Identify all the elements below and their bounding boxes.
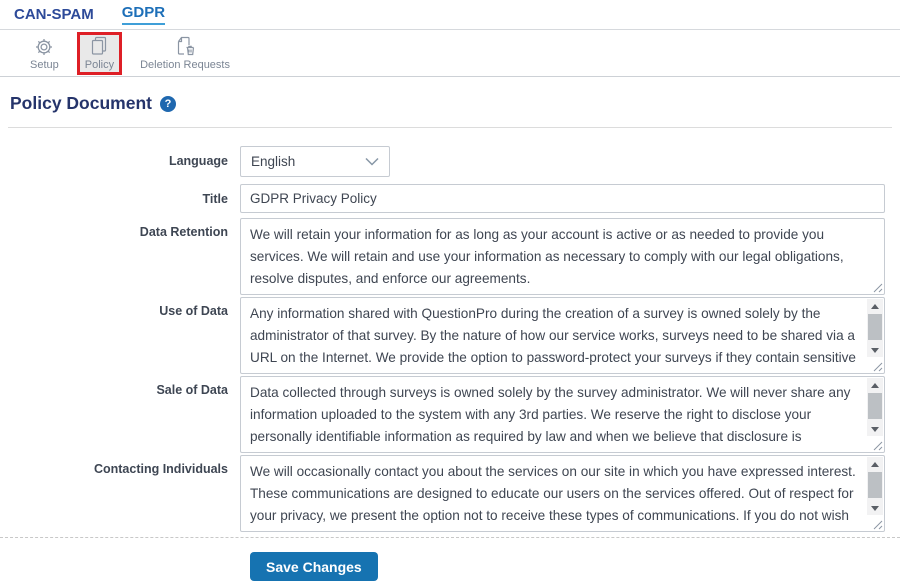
data-retention-textarea[interactable]: We will retain your information for as l… [240,218,885,295]
gear-icon [34,37,54,57]
resize-handle[interactable] [868,437,883,451]
scrollbar[interactable] [867,378,883,436]
scrollbar-up-arrow[interactable] [867,457,883,471]
scrollbar-down-arrow[interactable] [867,501,883,515]
toolbar-item-label: Deletion Requests [140,59,230,71]
tabs-bar: CAN-SPAM GDPR [0,0,900,30]
help-icon[interactable]: ? [159,95,176,112]
scrollbar[interactable] [867,299,883,357]
use-of-data-text: Any information shared with QuestionPro … [250,306,856,373]
tab-can-spam[interactable]: CAN-SPAM [14,6,94,24]
sale-of-data-text: Data collected through surveys is owned … [250,385,851,452]
scrollbar-up-arrow[interactable] [867,299,883,313]
sale-of-data-textarea[interactable]: Data collected through surveys is owned … [240,376,885,453]
resize-handle[interactable] [868,516,883,530]
title-input[interactable] [240,184,885,213]
tab-gdpr[interactable]: GDPR [121,4,166,25]
title-label: Title [202,192,228,206]
contacting-individuals-text: We will occasionally contact you about t… [250,464,856,531]
use-of-data-label: Use of Data [159,304,228,318]
contacting-individuals-textarea[interactable]: We will occasionally contact you about t… [240,455,885,532]
gdpr-toolbar: Setup Policy Deletion Requests [0,30,900,77]
scrollbar-down-arrow[interactable] [867,422,883,436]
policy-document-form: Language English Title Data Retention We… [0,128,900,581]
toolbar-item-label: Setup [30,58,59,71]
resize-handle[interactable] [868,279,883,293]
use-of-data-textarea[interactable]: Any information shared with QuestionPro … [240,297,885,374]
scrollbar[interactable] [867,457,883,515]
language-label: Language [168,154,228,168]
chevron-down-icon [365,154,379,169]
save-changes-button[interactable]: Save Changes [250,552,378,581]
data-retention-text: We will retain your information for as l… [250,227,844,286]
scrollbar-down-arrow[interactable] [867,343,883,357]
page-header: Policy Document ? [0,77,900,127]
language-select[interactable]: English [240,146,390,177]
language-select-value: English [251,154,296,169]
scrollbar-thumb[interactable] [868,314,882,340]
scrollbar-thumb[interactable] [868,472,882,498]
data-retention-label: Data Retention [139,225,228,239]
page-title: Policy Document [10,93,152,113]
toolbar-item-policy[interactable]: Policy [76,31,123,75]
contacting-individuals-label: Contacting Individuals [93,462,228,476]
section-divider [0,537,900,538]
sale-of-data-label: Sale of Data [156,383,228,397]
toolbar-item-setup[interactable]: Setup [22,32,67,75]
document-pages-icon [89,36,109,57]
scrollbar-up-arrow[interactable] [867,378,883,392]
toolbar-item-deletion-requests[interactable]: Deletion Requests [132,32,238,75]
scrollbar-thumb[interactable] [868,393,882,419]
toolbar-item-label: Policy [84,58,115,71]
document-trash-icon [174,36,196,57]
resize-handle[interactable] [868,358,883,372]
